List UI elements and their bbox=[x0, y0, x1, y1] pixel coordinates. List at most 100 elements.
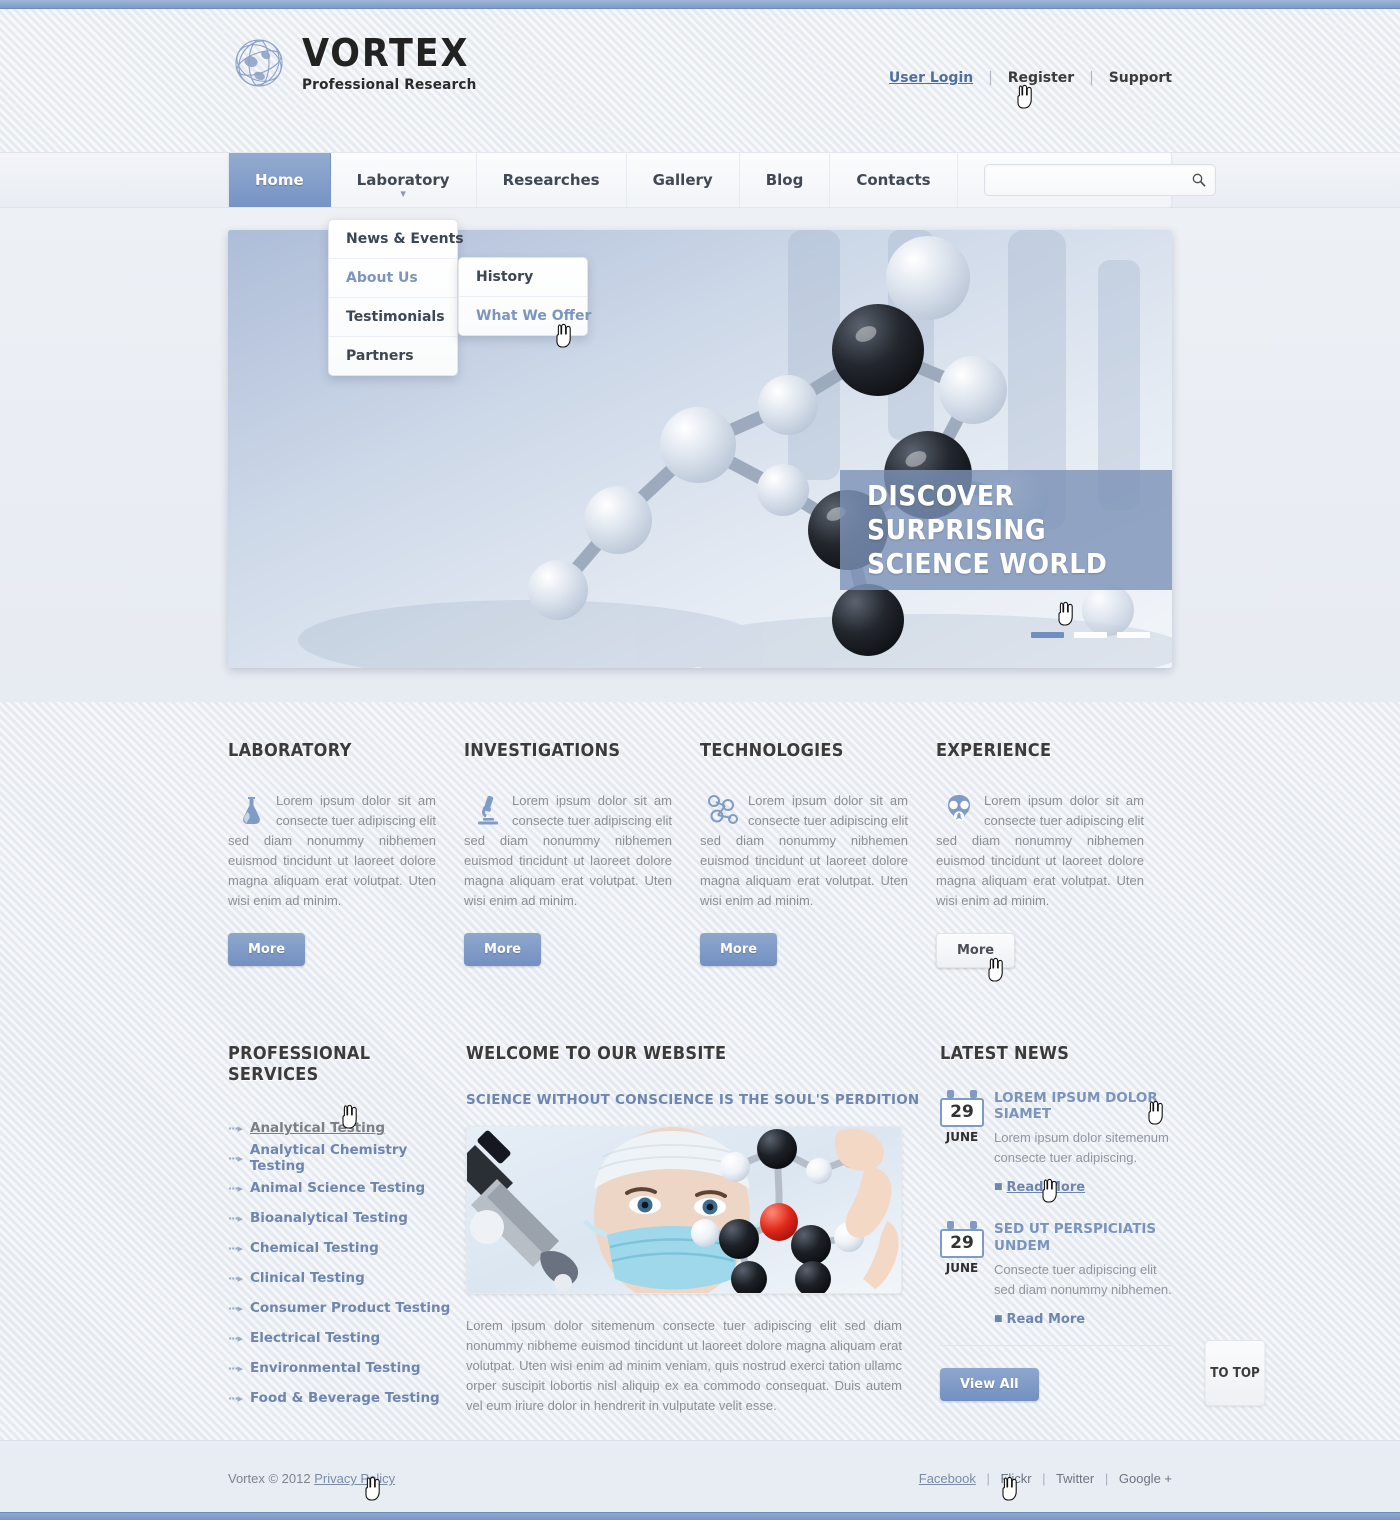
features-row: LABORATORY Lorem ipsum dolor sit am cons… bbox=[228, 740, 1172, 968]
services-title: PROFESSIONAL SERVICES bbox=[228, 1043, 371, 1085]
feature-title: LABORATORY bbox=[228, 740, 352, 761]
footer-copyright: Vortex © 2012 Privacy Policy bbox=[228, 1471, 395, 1486]
menu-item-partners[interactable]: Partners bbox=[329, 337, 457, 375]
hero-pager-dot-2[interactable] bbox=[1074, 632, 1107, 638]
flickr-link[interactable]: Flickr bbox=[1000, 1471, 1031, 1486]
arrow-right-icon: ···▸ bbox=[228, 1271, 243, 1285]
welcome-image bbox=[466, 1126, 902, 1294]
feature-body: Lorem ipsum dolor sit am consecte tuer a… bbox=[936, 791, 1144, 911]
twitter-link[interactable]: Twitter bbox=[1056, 1471, 1094, 1486]
nav-item-gallery[interactable]: Gallery bbox=[627, 153, 740, 207]
news-body: SED UT PERSPICIATIS UNDEM Consecte tuer … bbox=[994, 1221, 1172, 1326]
hero-pager-dot-3[interactable] bbox=[1117, 632, 1150, 638]
logo[interactable]: VORTEX Professional Research bbox=[228, 32, 488, 94]
service-item-electrical-testing[interactable]: ···▸ Electrical Testing bbox=[228, 1323, 466, 1353]
service-item-analytical-chemistry-testing[interactable]: ···▸ Analytical Chemistry Testing bbox=[228, 1142, 466, 1174]
view-all-button[interactable]: View All bbox=[940, 1367, 1039, 1401]
service-item-animal-science-testing[interactable]: ···▸ Animal Science Testing bbox=[228, 1173, 466, 1203]
menu-item-what-we-offer[interactable]: What We Offer bbox=[459, 297, 591, 335]
calendar-ring-right bbox=[970, 1090, 977, 1098]
facebook-link[interactable]: Facebook bbox=[919, 1471, 976, 1486]
more-button[interactable]: More bbox=[936, 933, 1016, 968]
microscope-icon bbox=[470, 793, 504, 827]
hero-pager bbox=[1031, 632, 1150, 638]
service-item-food-beverage-testing[interactable]: ···▸ Food & Beverage Testing bbox=[228, 1383, 466, 1413]
chevron-down-icon: ▾ bbox=[400, 187, 406, 200]
support-link[interactable]: Support bbox=[1109, 70, 1172, 86]
service-item-chemical-testing[interactable]: ···▸ Chemical Testing bbox=[228, 1233, 466, 1263]
feature-title: EXPERIENCE bbox=[936, 740, 1052, 761]
service-label: Analytical Testing bbox=[250, 1120, 386, 1136]
calendar-ring-left bbox=[947, 1090, 954, 1098]
service-label: Consumer Product Testing bbox=[250, 1300, 451, 1316]
top-utility-links: User Login | Register | Support bbox=[889, 70, 1172, 86]
service-label: Food & Beverage Testing bbox=[250, 1390, 440, 1406]
flask-icon bbox=[234, 793, 268, 827]
arrow-right-icon: ···▸ bbox=[228, 1361, 243, 1375]
feature-button-row: More bbox=[464, 911, 672, 966]
menu-item-history[interactable]: History bbox=[459, 258, 587, 297]
more-button[interactable]: More bbox=[700, 933, 778, 966]
separator: | bbox=[988, 70, 993, 86]
service-item-clinical-testing[interactable]: ···▸ Clinical Testing bbox=[228, 1263, 466, 1293]
register-link[interactable]: Register bbox=[1008, 70, 1075, 86]
more-button[interactable]: More bbox=[464, 933, 542, 966]
main-navigation: Home Laboratory ▾ Researches Gallery Blo… bbox=[228, 152, 1216, 208]
calendar-day: 29 bbox=[940, 1229, 984, 1259]
service-item-environmental-testing[interactable]: ···▸ Environmental Testing bbox=[228, 1353, 466, 1383]
welcome-title: WELCOME TO OUR WEBSITE bbox=[466, 1043, 727, 1064]
search-input[interactable] bbox=[984, 165, 1181, 195]
divider bbox=[940, 1344, 1172, 1346]
arrow-right-icon: ···▸ bbox=[228, 1241, 243, 1255]
nav-item-researches[interactable]: Researches bbox=[477, 153, 627, 207]
hero-pager-dot-1[interactable] bbox=[1031, 632, 1064, 638]
calendar-ring-left bbox=[947, 1221, 954, 1230]
site-header: VORTEX Professional Research User Login … bbox=[228, 22, 1172, 132]
search-box bbox=[983, 164, 1216, 196]
calendar-icon: 29 JUNE bbox=[940, 1090, 984, 1195]
read-more-link[interactable]: ■ Read More bbox=[994, 1312, 1172, 1327]
menu-item-news-events[interactable]: News & Events bbox=[329, 220, 464, 259]
arrow-right-icon: ···▸ bbox=[228, 1181, 243, 1195]
news-headline[interactable]: SED UT PERSPICIATIS UNDEM bbox=[994, 1221, 1172, 1253]
news-headline[interactable]: LOREM IPSUM DOLOR SIAMET bbox=[994, 1090, 1172, 1122]
copyright-text: Vortex © 2012 bbox=[228, 1471, 311, 1486]
about-us-submenu: History What We Offer bbox=[458, 257, 591, 336]
latest-news-column: LATEST NEWS 29 JUNE LOREM IPSUM DOLOR SI… bbox=[940, 1043, 1172, 1416]
news-body: LOREM IPSUM DOLOR SIAMET Lorem ipsum dol… bbox=[994, 1090, 1172, 1195]
services-list: ···▸ Analytical Testing ···▸ Analytical … bbox=[228, 1113, 466, 1413]
service-item-analytical-testing[interactable]: ···▸ Analytical Testing bbox=[228, 1113, 466, 1143]
nav-item-blog[interactable]: Blog bbox=[740, 153, 831, 207]
feature-body: Lorem ipsum dolor sit am consecte tuer a… bbox=[464, 791, 672, 911]
service-item-bioanalytical-testing[interactable]: ···▸ Bioanalytical Testing bbox=[228, 1203, 466, 1233]
more-button[interactable]: More bbox=[228, 933, 306, 966]
calendar-month: JUNE bbox=[945, 1261, 979, 1276]
nav-item-laboratory[interactable]: Laboratory ▾ bbox=[331, 153, 477, 207]
google-plus-link[interactable]: Google + bbox=[1119, 1471, 1172, 1486]
to-top-button[interactable]: TO TOP bbox=[1204, 1340, 1266, 1406]
privacy-policy-link[interactable]: Privacy Policy bbox=[314, 1471, 395, 1486]
menu-item-testimonials[interactable]: Testimonials bbox=[329, 298, 457, 337]
nav-item-home[interactable]: Home bbox=[229, 153, 331, 207]
calendar-day: 29 bbox=[940, 1098, 984, 1127]
calendar-icon: 29 JUNE bbox=[940, 1221, 984, 1326]
nav-search-cell bbox=[958, 153, 1242, 207]
feature-button-row: More bbox=[228, 911, 436, 966]
separator: | bbox=[986, 1471, 990, 1486]
molecule-icon bbox=[706, 793, 740, 827]
hero-caption-line2: SCIENCE WORLD bbox=[867, 547, 1108, 581]
lower-row: PROFESSIONAL SERVICES ···▸ Analytical Te… bbox=[228, 1043, 1172, 1416]
service-item-consumer-product-testing[interactable]: ···▸ Consumer Product Testing bbox=[228, 1293, 466, 1323]
hero-caption-text: DISCOVER SURPRISING SCIENCE WORLD bbox=[840, 479, 1139, 581]
nav-item-contacts[interactable]: Contacts bbox=[830, 153, 958, 207]
search-icon[interactable] bbox=[1191, 172, 1207, 188]
menu-item-about-us[interactable]: About Us bbox=[329, 259, 457, 298]
brand-name: VORTEX bbox=[302, 30, 470, 75]
footer-accent-bar bbox=[0, 1512, 1400, 1520]
user-login-link[interactable]: User Login bbox=[889, 70, 973, 86]
news-excerpt: Consecte tuer adipiscing elit sed diam n… bbox=[994, 1261, 1172, 1297]
bullet-icon: ■ bbox=[994, 1313, 1003, 1324]
page-root: VORTEX Professional Research User Login … bbox=[0, 0, 1400, 1520]
read-more-link[interactable]: ■ Read More bbox=[994, 1180, 1172, 1195]
feature-laboratory: LABORATORY Lorem ipsum dolor sit am cons… bbox=[228, 740, 464, 968]
